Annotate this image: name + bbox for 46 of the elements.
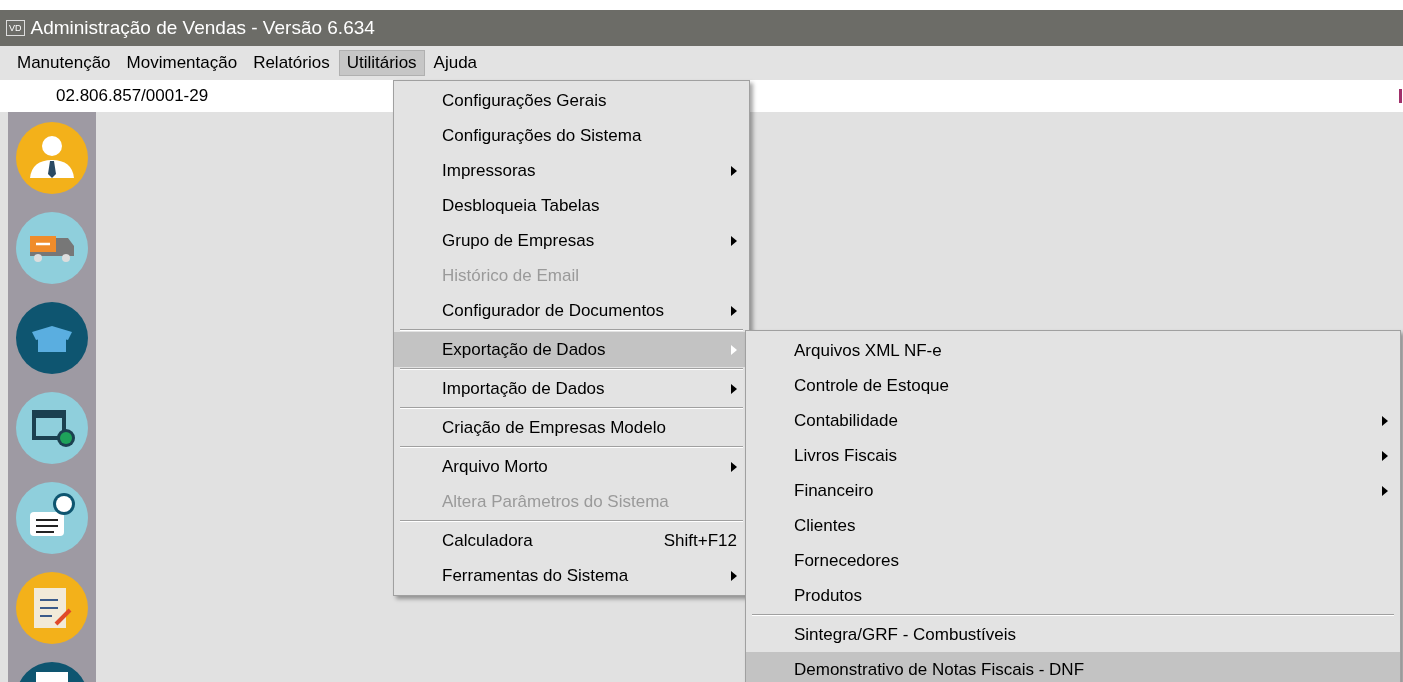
edge-mark [1399, 89, 1402, 103]
menu-item[interactable]: Ferramentas do Sistema [394, 558, 749, 593]
submenu-arrow-icon [731, 570, 737, 581]
company-id: 02.806.857/0001-29 [56, 85, 209, 108]
shortcut-label: Shift+F12 [663, 529, 737, 552]
truck-icon[interactable] [16, 212, 88, 284]
menu-item[interactable]: Financeiro [746, 473, 1400, 508]
submenu-arrow-icon [731, 383, 737, 394]
menu-title[interactable]: Utilitários [338, 50, 425, 76]
menu-item[interactable]: Criação de Empresas Modelo [394, 410, 749, 445]
person-icon[interactable] [16, 122, 88, 194]
document-icon[interactable] [16, 482, 88, 554]
menu-title[interactable]: Ajuda [426, 50, 485, 76]
menu-item[interactable]: Sintegra/GRF - Combustíveis [746, 617, 1400, 652]
submenu-arrow-icon [1382, 485, 1388, 496]
menu-title[interactable]: Relatórios [246, 50, 337, 76]
submenu-arrow-icon [731, 461, 737, 472]
menu-item[interactable]: Demonstrativo de Notas Fiscais - DNF [746, 652, 1400, 682]
menu-item[interactable]: Configurações do Sistema [394, 118, 749, 153]
menu-item[interactable]: Produtos [746, 578, 1400, 613]
menu-item[interactable]: Grupo de Empresas [394, 223, 749, 258]
menu-title[interactable]: Movimentação [119, 50, 245, 76]
menu-title[interactable]: Manutenção [10, 50, 118, 76]
menu-item[interactable]: Arquivo Morto [394, 449, 749, 484]
menu-item[interactable]: Controle de Estoque [746, 368, 1400, 403]
menu-item[interactable]: Livros Fiscais [746, 438, 1400, 473]
menu-item[interactable]: Calculadora Shift+F12 [394, 523, 749, 558]
submenu-arrow-icon [731, 235, 737, 246]
app-logo: VD [6, 20, 25, 36]
submenu-arrow-icon [731, 165, 737, 176]
menu-item[interactable]: Desbloqueia Tabelas [394, 188, 749, 223]
menu-item[interactable]: Configurações Gerais [394, 83, 749, 118]
menu-item[interactable]: Importação de Dados [394, 371, 749, 406]
window-title: Administração de Vendas - Versão 6.634 [30, 15, 375, 40]
scroll-icon[interactable] [16, 572, 88, 644]
menu-item[interactable]: Clientes [746, 508, 1400, 543]
submenu-arrow-icon [1382, 450, 1388, 461]
menu-item[interactable]: Arquivos XML NF-e [746, 333, 1400, 368]
submenu-arrow-icon [731, 305, 737, 316]
menu-item[interactable]: Impressoras [394, 153, 749, 188]
submenu-arrow-icon [731, 344, 737, 355]
submenu-arrow-icon [1382, 415, 1388, 426]
menu-item[interactable]: Configurador de Documentos [394, 293, 749, 328]
box-icon[interactable] [16, 302, 88, 374]
menu-item[interactable]: Fornecedores [746, 543, 1400, 578]
menu-item[interactable]: Contabilidade [746, 403, 1400, 438]
